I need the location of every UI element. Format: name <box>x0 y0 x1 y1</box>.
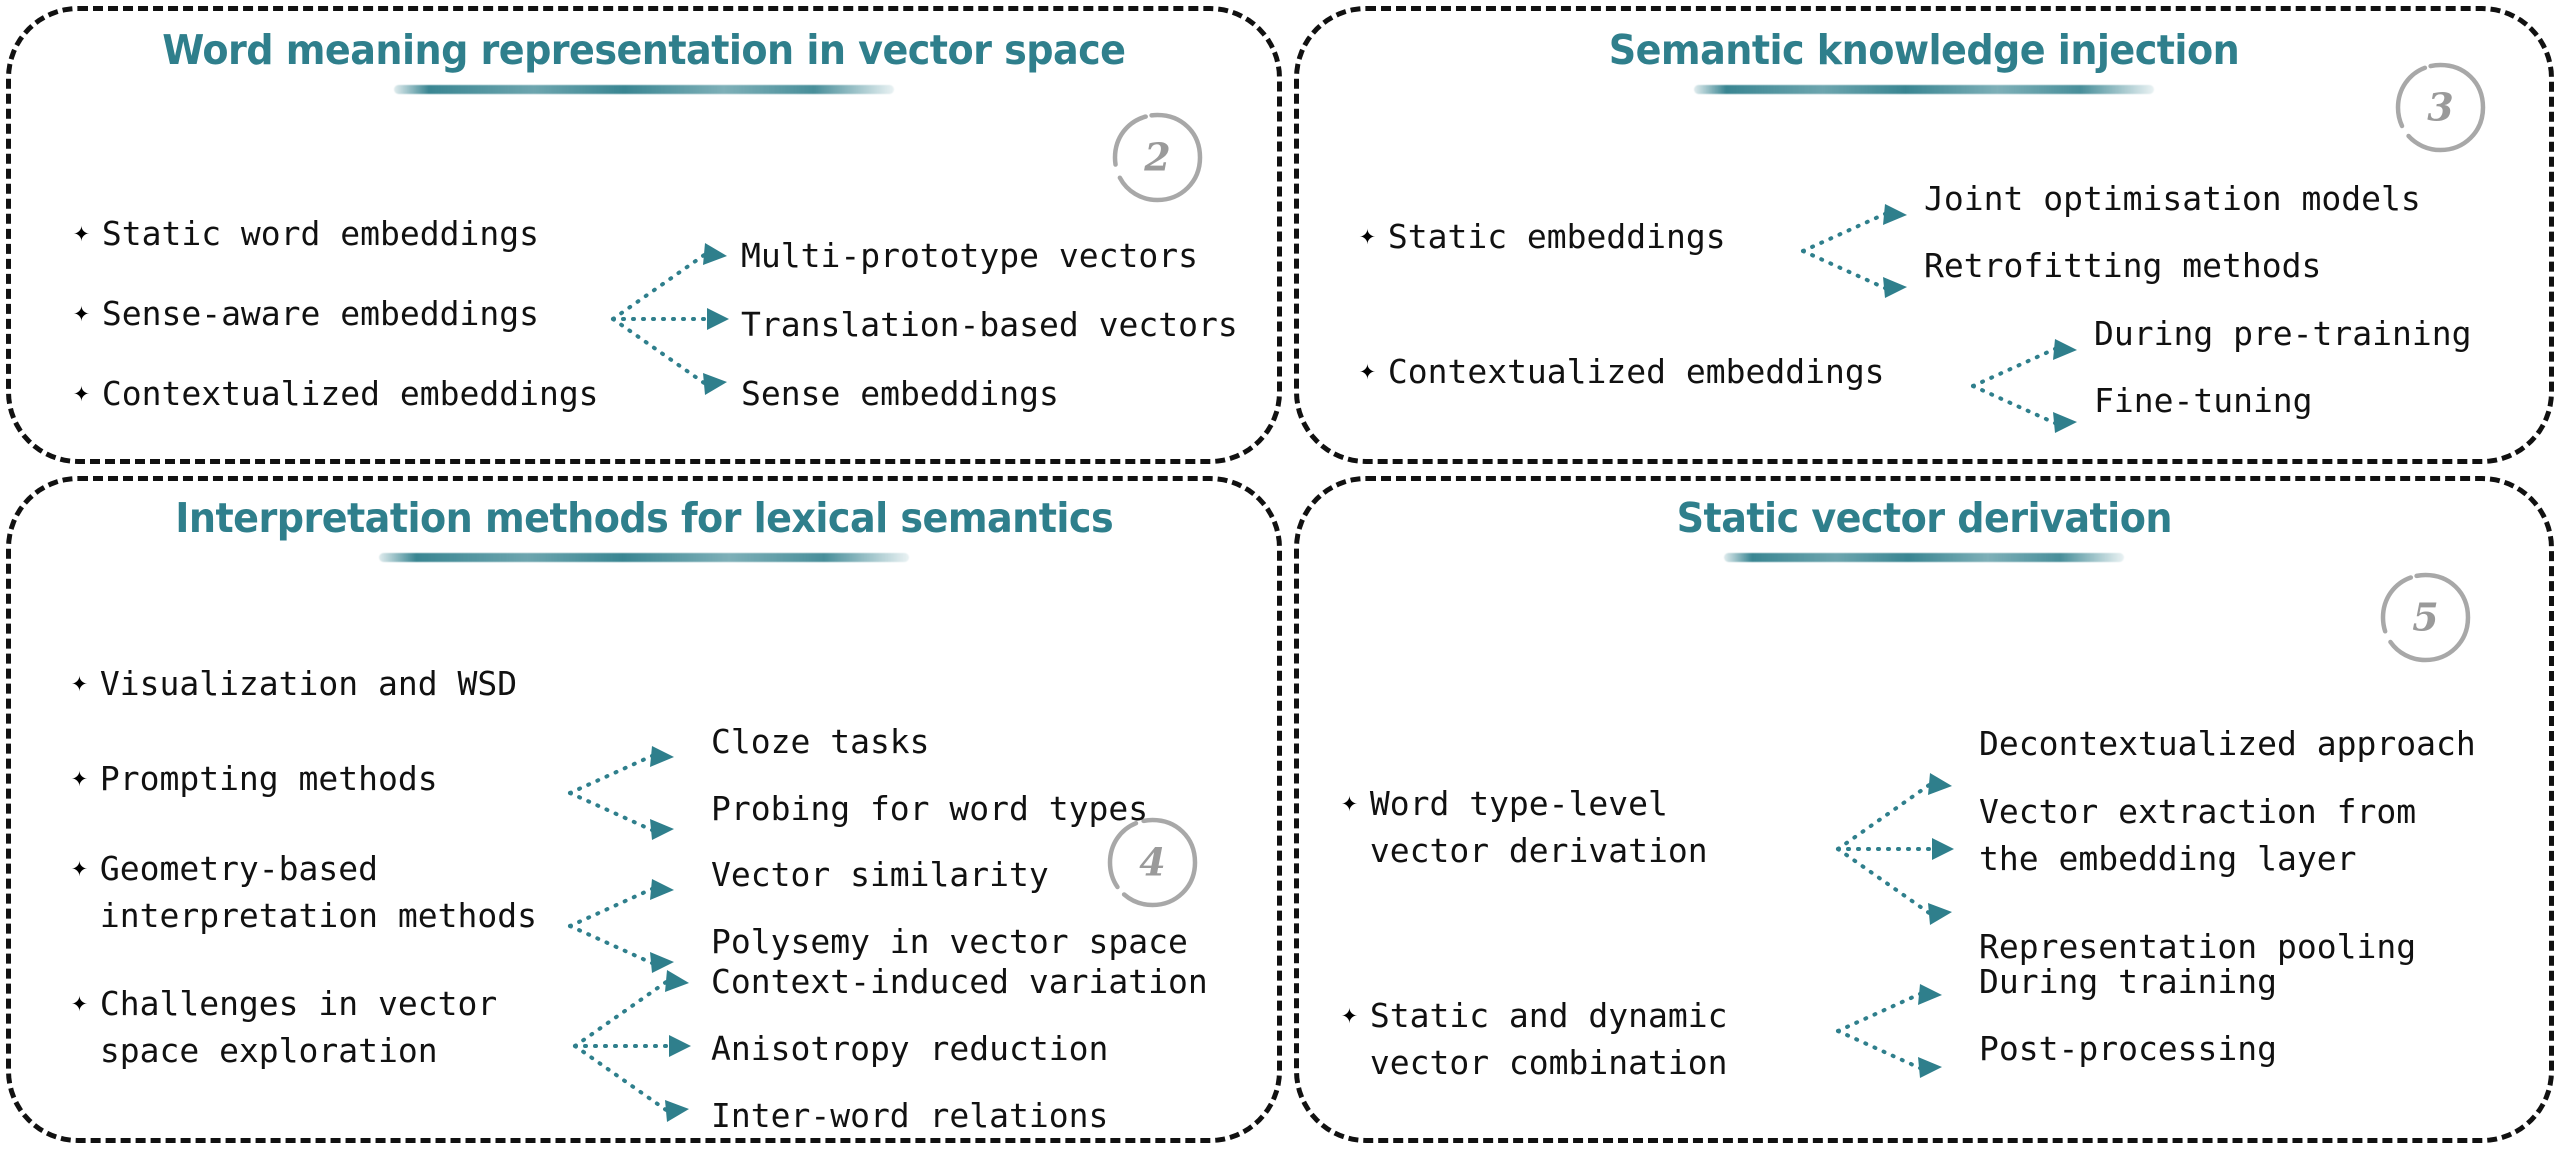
topic-label-group: ✦ Static and dynamic vector combination <box>1341 993 1727 1087</box>
panel-body: ✦ Static embeddings Joint optimisation m… <box>1299 11 2549 459</box>
bullet-diamond-icon: ✦ <box>1359 218 1376 251</box>
connector-arrows <box>609 239 739 399</box>
topic-label-group: ✦ Sense-aware embeddings <box>73 291 539 338</box>
list-item: ✦ Static and dynamic vector combination <box>1341 993 1727 1087</box>
list-item: ✦ Challenges in vector space exploration <box>71 981 497 1075</box>
subtopic-label: Translation-based vectors <box>741 305 1238 344</box>
topic-label: Sense-aware embeddings <box>101 294 539 333</box>
subtopic-label: Fine-tuning <box>2094 381 2313 420</box>
bullet-diamond-icon: ✦ <box>1359 353 1376 386</box>
bullet-diamond-icon: ✦ <box>73 375 90 408</box>
subtopic-label: Joint optimisation models <box>1924 179 2421 218</box>
topic-label: Static word embeddings <box>101 214 539 253</box>
topic-label-group: ✦ Word type-level vector derivation <box>1341 781 1708 875</box>
list-item: ✦ Sense-aware embeddings <box>73 291 539 338</box>
topic-label: Word type-level vector derivation <box>1369 784 1708 870</box>
panel-static-vector-derivation: Static vector derivation 5 ✦ Word type-l… <box>1294 476 2554 1143</box>
subtopic-label: Probing for word types <box>711 789 1149 828</box>
bullet-diamond-icon: ✦ <box>73 215 90 248</box>
panel-interpretation-methods: Interpretation methods for lexical seman… <box>6 476 1282 1143</box>
connector-arrows <box>566 743 686 843</box>
topic-label-group: ✦ Static word embeddings <box>73 211 539 258</box>
topic-label: Challenges in vector space exploration <box>99 984 498 1070</box>
topic-label: Contextualized embeddings <box>1387 352 1885 391</box>
bullet-diamond-icon: ✦ <box>71 760 88 793</box>
connector-arrows <box>1834 981 1954 1081</box>
connector-arrows <box>571 966 701 1126</box>
bullet-diamond-icon: ✦ <box>71 665 88 698</box>
panel-word-meaning-representation: Word meaning representation in vector sp… <box>6 6 1282 464</box>
connector-arrows <box>1834 769 1964 929</box>
bullet-diamond-icon: ✦ <box>71 985 88 1018</box>
bullet-diamond-icon: ✦ <box>1341 785 1358 818</box>
connector-arrows <box>566 876 686 976</box>
list-item: ✦ Contextualized embeddings <box>73 371 599 418</box>
panel-body: ✦ Visualization and WSD ✦ Prompting meth… <box>11 481 1277 1138</box>
topic-label-group: ✦ Visualization and WSD <box>71 661 517 708</box>
topic-label-group: ✦ Static embeddings <box>1359 214 1726 261</box>
bullet-diamond-icon: ✦ <box>1341 997 1358 1030</box>
topic-label: Contextualized embeddings <box>101 374 599 413</box>
topic-label: Static and dynamic vector combination <box>1369 996 1728 1082</box>
list-item: ✦ Geometry-based interpretation methods <box>71 846 537 940</box>
topic-label: Static embeddings <box>1387 217 1726 256</box>
subtopic-label: Context-induced variation <box>711 962 1208 1001</box>
connector-arrows <box>1799 201 1919 301</box>
list-item: ✦ Word type-level vector derivation <box>1341 781 1708 875</box>
connector-arrows <box>1969 336 2089 436</box>
subtopic-label: Decontextualized approach <box>1979 724 2476 763</box>
subtopic-label: Vector extraction from the embedding lay… <box>1979 792 2417 878</box>
subtopic-label: Inter-word relations <box>711 1096 1109 1135</box>
topic-label-group: ✦ Contextualized embeddings <box>73 371 599 418</box>
bullet-diamond-icon: ✦ <box>73 295 90 328</box>
list-item: ✦ Prompting methods <box>71 756 438 803</box>
topic-label-group: ✦ Prompting methods <box>71 756 438 803</box>
subtopic-label: Multi-prototype vectors <box>741 236 1198 275</box>
topic-label: Visualization and WSD <box>99 664 518 703</box>
topic-label-group: ✦ Challenges in vector space exploration <box>71 981 497 1075</box>
infographic-board: Word meaning representation in vector sp… <box>0 0 2560 1149</box>
topic-label-group: ✦ Geometry-based interpretation methods <box>71 846 537 940</box>
topic-label: Prompting methods <box>99 759 438 798</box>
subtopic-label: Retrofitting methods <box>1924 246 2322 285</box>
panel-body: ✦ Static word embeddings ✦ Sense-aware e… <box>11 11 1277 459</box>
subtopic-label: During pre-training <box>2094 314 2472 353</box>
subtopic-label: Anisotropy reduction <box>711 1029 1109 1068</box>
bullet-diamond-icon: ✦ <box>71 850 88 883</box>
list-item: ✦ Static embeddings <box>1359 214 1726 261</box>
subtopic-label: Vector similarity <box>711 855 1049 894</box>
panel-semantic-knowledge-injection: Semantic knowledge injection 3 ✦ Static … <box>1294 6 2554 464</box>
list-item: ✦ Static word embeddings <box>73 211 539 258</box>
topic-label: Geometry-based interpretation methods <box>99 849 537 935</box>
subtopic-label: Cloze tasks <box>711 722 930 761</box>
subtopic-label: Post-processing <box>1979 1029 2278 1068</box>
topic-label-group: ✦ Contextualized embeddings <box>1359 349 1885 396</box>
panel-body: ✦ Word type-level vector derivation Deco… <box>1299 481 2549 1138</box>
subtopic-label: Sense embeddings <box>741 374 1059 413</box>
subtopic-label: During training <box>1979 962 2278 1001</box>
list-item: ✦ Contextualized embeddings <box>1359 349 1885 396</box>
list-item: ✦ Visualization and WSD <box>71 661 517 708</box>
